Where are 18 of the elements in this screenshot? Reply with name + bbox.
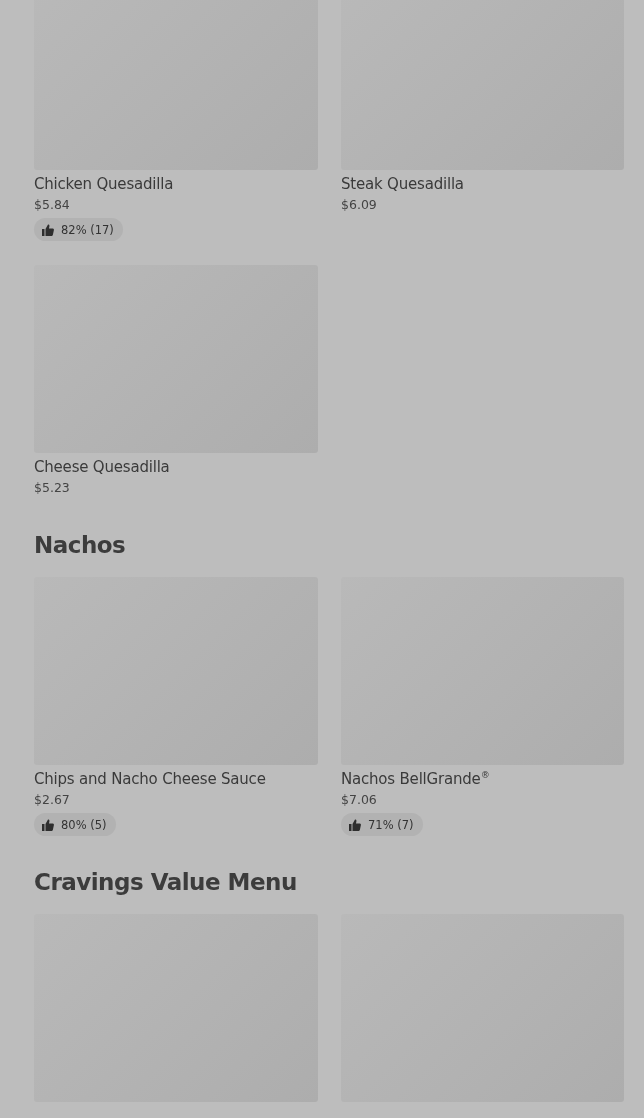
item-price: $7.06 [341,791,377,809]
rating-text: 71% (7) [368,817,414,832]
thumbs-up-icon [349,818,361,831]
item-price: $5.84 [34,196,70,214]
rating-text: 80% (5) [61,817,107,832]
item-name[interactable]: Steak Quesadilla [341,174,464,194]
item-name[interactable]: Cheese Quesadilla [34,457,170,477]
thumbs-up-icon [42,818,54,831]
section-heading: Nachos [34,531,127,560]
item-price: $2.67 [34,791,70,809]
section-heading: Cravings Value Menu [34,868,298,897]
rating-text: 82% (17) [61,222,114,237]
item-name[interactable]: Nachos BellGrande$^{®}$ [341,769,490,789]
item-price: $5.23 [34,479,70,497]
item-name[interactable]: Chicken Quesadilla [34,174,174,194]
thumbs-up-icon [42,223,54,236]
item-name[interactable]: Chips and Nacho Cheese Sauce [34,769,266,789]
item-price: $6.09 [341,196,377,214]
